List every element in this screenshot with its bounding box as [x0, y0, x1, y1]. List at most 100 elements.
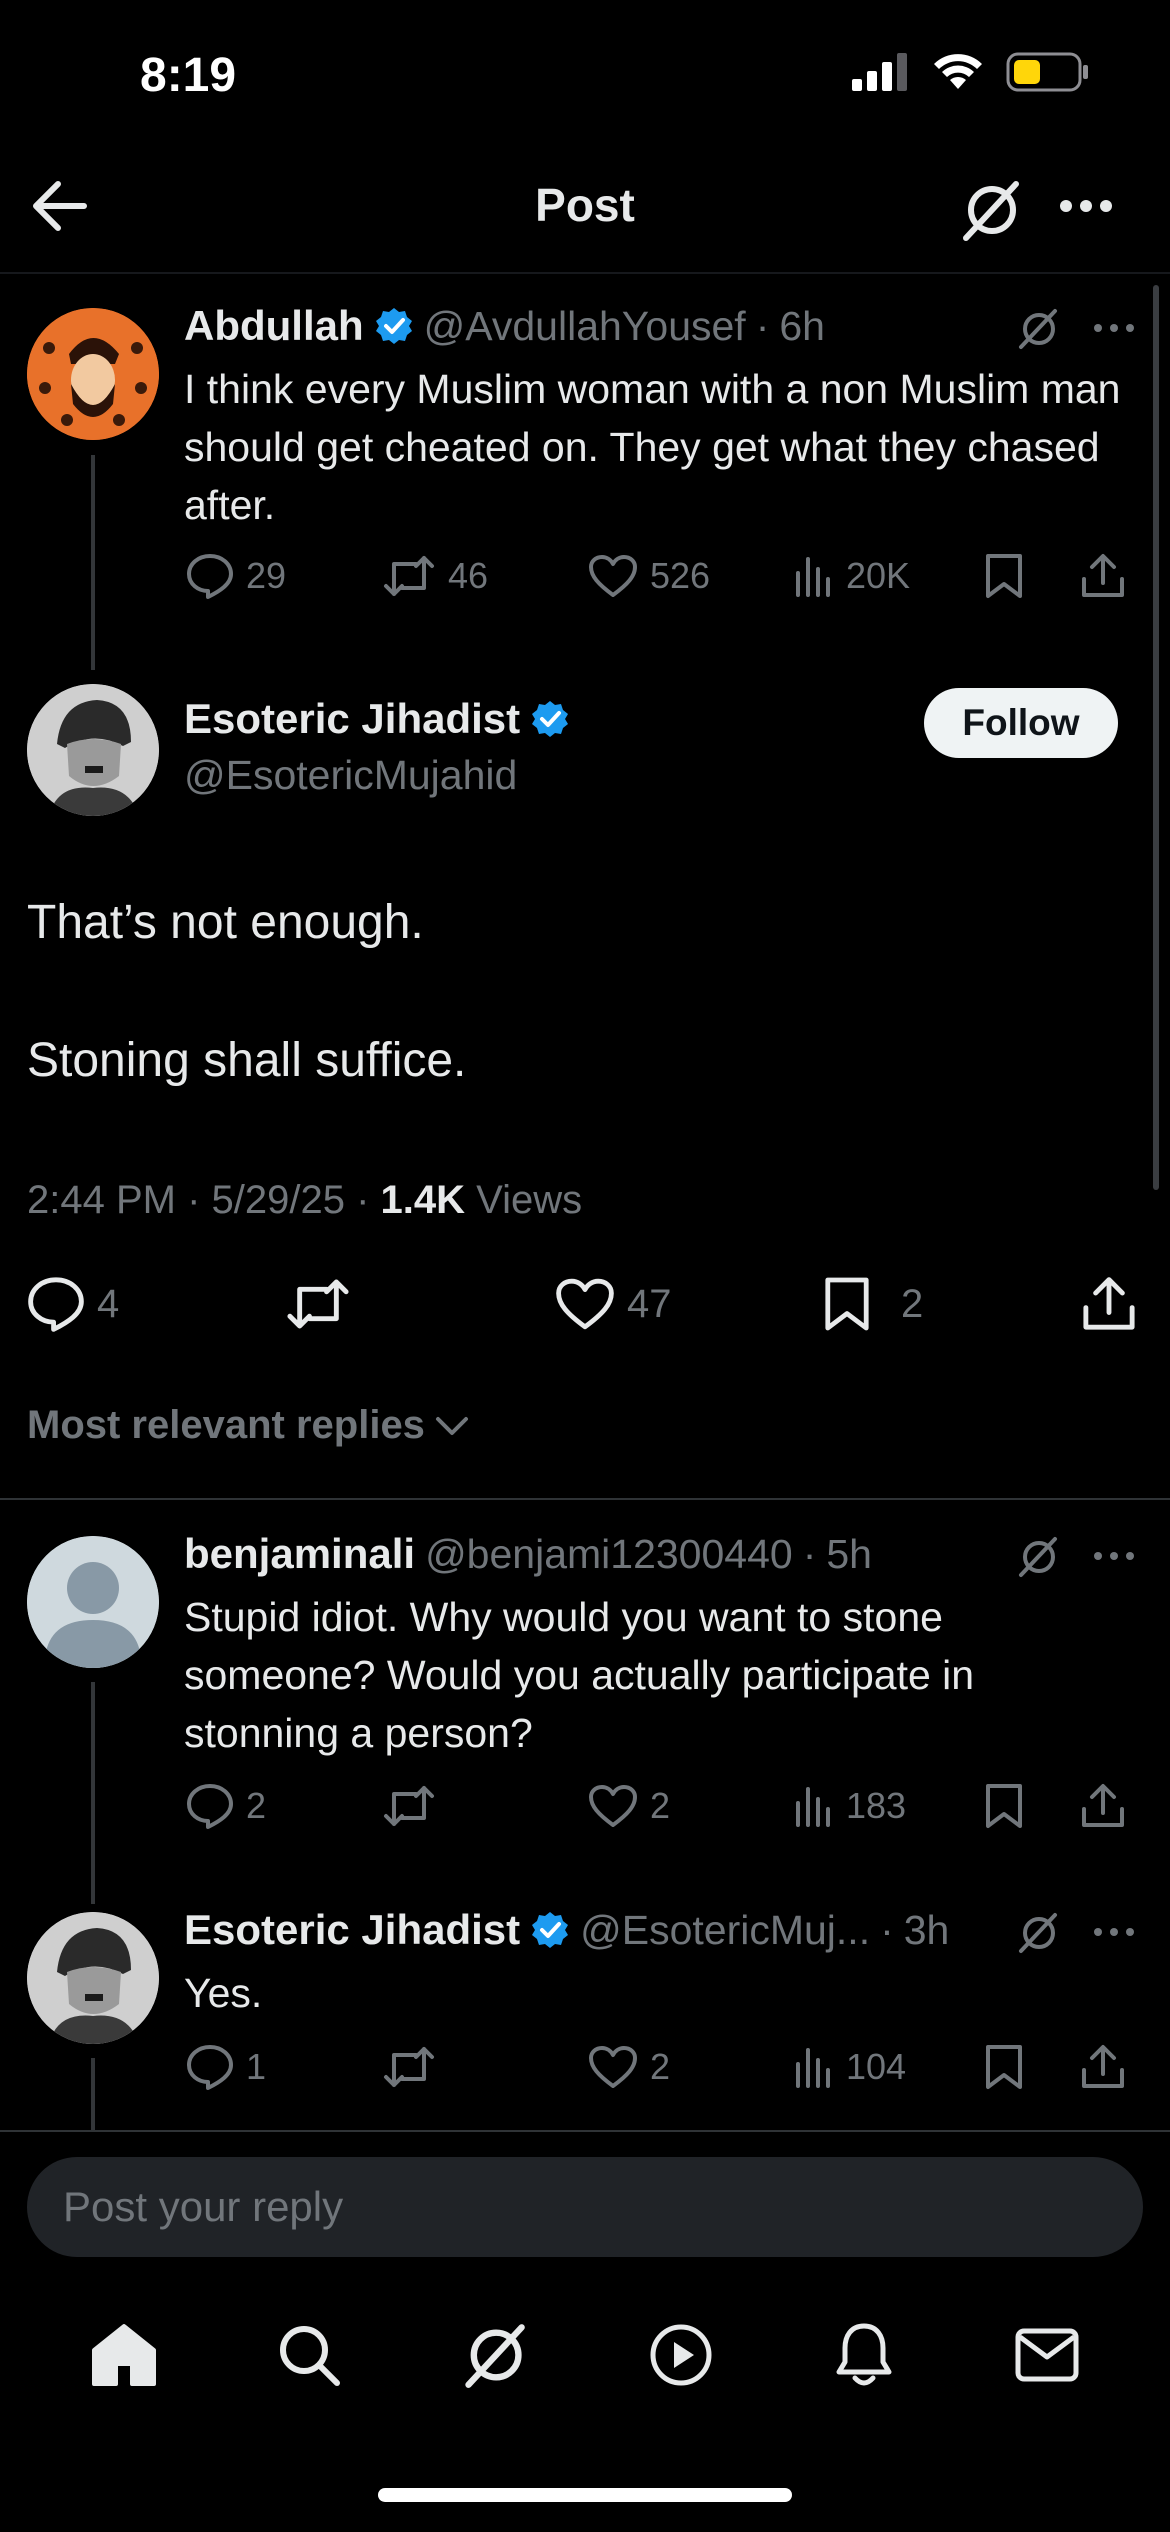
author-name[interactable]: Esoteric Jihadist	[184, 1906, 520, 1954]
grok-icon[interactable]	[958, 178, 1022, 242]
bookmark-icon[interactable]	[984, 1783, 1024, 1829]
more-options-icon[interactable]	[1058, 196, 1114, 216]
home-indicator	[378, 2488, 792, 2502]
repost-count: 46	[448, 555, 489, 596]
battery-icon	[1006, 52, 1088, 92]
more-options-icon[interactable]	[1093, 322, 1135, 334]
reply-button[interactable]: 29	[186, 553, 382, 599]
bookmark-icon	[825, 1277, 869, 1331]
chevron-down-icon	[435, 1416, 468, 1435]
sort-replies-dropdown[interactable]: Most relevant replies	[27, 1403, 469, 1448]
separator-dot: ·	[755, 302, 770, 349]
heart-icon	[589, 555, 637, 597]
repost-icon	[384, 1786, 434, 1826]
author-handle[interactable]: @benjami12300440	[425, 1531, 793, 1578]
messages-icon[interactable]	[1014, 2327, 1080, 2383]
signal-icon	[852, 53, 907, 91]
avatar[interactable]	[27, 1536, 159, 1668]
like-count: 2	[650, 1785, 671, 1826]
heart-icon	[556, 1278, 614, 1330]
thread-line	[91, 455, 95, 670]
sort-label: Most relevant replies	[27, 1403, 425, 1447]
repost-button[interactable]	[382, 1784, 588, 1828]
status-icons	[852, 52, 1090, 92]
bookmark-icon[interactable]	[984, 2044, 1024, 2090]
bookmark-count: 2	[901, 1281, 924, 1326]
heart-icon	[589, 1785, 637, 1827]
post-actions: 29 46 526 20K	[186, 553, 1134, 599]
post-time: 6h	[779, 302, 825, 349]
like-count: 526	[650, 555, 711, 596]
views-button[interactable]: 104	[794, 2046, 984, 2088]
share-icon[interactable]	[1080, 1783, 1126, 1829]
repost-icon	[384, 2047, 434, 2087]
verified-badge-icon	[532, 701, 569, 737]
share-icon[interactable]	[1080, 553, 1126, 599]
post-timestamp: 2:44 PM · 5/29/25 ·	[27, 1178, 381, 1222]
heart-icon	[589, 2046, 637, 2088]
post-header: Abdullah @AvdullahYousef · 6h	[184, 302, 825, 350]
scrollbar[interactable]	[1153, 285, 1159, 1190]
like-button[interactable]: 2	[588, 2045, 794, 2089]
repost-icon	[287, 1279, 349, 1329]
reply-button[interactable]: 4	[27, 1276, 285, 1332]
reply-count: 4	[97, 1281, 120, 1326]
author-name[interactable]: benjaminali	[184, 1530, 415, 1578]
reply-input[interactable]: Post your reply	[27, 2157, 1143, 2257]
follow-button[interactable]: Follow	[924, 688, 1118, 758]
author-name[interactable]: Abdullah	[184, 302, 364, 350]
more-options-icon[interactable]	[1093, 1550, 1135, 1562]
bookmark-icon[interactable]	[984, 553, 1024, 599]
share-icon[interactable]	[1080, 2044, 1126, 2090]
reply-button[interactable]: 1	[186, 2044, 382, 2090]
verified-badge-icon	[375, 308, 412, 344]
like-count: 2	[650, 2046, 671, 2087]
views-label: Views	[476, 1178, 583, 1222]
thread-line	[91, 1682, 95, 1904]
repost-button[interactable]: 46	[382, 554, 588, 598]
post-actions: 2 2 183	[186, 1783, 1134, 1829]
thread-line	[91, 2058, 95, 2132]
grok-icon[interactable]	[1017, 308, 1059, 350]
home-icon[interactable]	[90, 2322, 158, 2388]
grok-icon[interactable]	[460, 2321, 528, 2389]
grok-icon[interactable]	[1017, 1536, 1059, 1578]
avatar[interactable]	[27, 308, 159, 440]
views-icon	[796, 1787, 830, 1827]
status-time: 8:19	[140, 49, 237, 102]
like-button[interactable]: 47	[555, 1277, 823, 1331]
video-icon[interactable]	[648, 2322, 714, 2388]
author-handle[interactable]: @EsotericMuj...	[580, 1907, 870, 1954]
more-options-icon[interactable]	[1093, 1926, 1135, 1938]
like-button[interactable]: 526	[588, 554, 794, 598]
post-time: 5h	[826, 1530, 872, 1577]
post-text: Stupid idiot. Why would you want to ston…	[184, 1594, 975, 1756]
share-icon[interactable]	[1081, 1276, 1137, 1332]
author-name[interactable]: Esoteric Jihadist	[184, 695, 520, 743]
grok-icon[interactable]	[1017, 1912, 1059, 1954]
post-text-line-2: Stoning shall suffice.	[27, 1034, 467, 1087]
divider	[0, 1498, 1170, 1500]
post-time: 3h	[903, 1906, 950, 1953]
post-text: Yes.	[184, 1970, 263, 2016]
views-button[interactable]: 20K	[794, 555, 984, 597]
bookmark-button[interactable]: 2	[823, 1275, 1081, 1333]
author-handle[interactable]: @EsotericMujahid	[184, 752, 517, 799]
reply-button[interactable]: 2	[186, 1783, 382, 1829]
avatar[interactable]	[27, 1912, 159, 2044]
post-header: benjaminali @benjami12300440 · 5h	[184, 1530, 872, 1578]
search-icon[interactable]	[277, 2323, 341, 2387]
like-button[interactable]: 2	[588, 1784, 794, 1828]
views-button[interactable]: 183	[794, 1785, 984, 1827]
reply-icon	[187, 1784, 233, 1829]
bottom-tab-bar	[0, 2290, 1170, 2420]
reply-count: 29	[246, 555, 287, 596]
avatar[interactable]	[27, 684, 159, 816]
repost-button[interactable]	[285, 1277, 555, 1331]
wifi-icon	[934, 54, 982, 89]
author-handle[interactable]: @AvdullahYousef	[424, 303, 746, 350]
repost-button[interactable]	[382, 2045, 588, 2089]
post-header: Esoteric Jihadist	[184, 695, 570, 743]
post-meta: 2:44 PM · 5/29/25 · 1.4K Views	[27, 1178, 582, 1223]
notifications-icon[interactable]	[833, 2322, 895, 2388]
